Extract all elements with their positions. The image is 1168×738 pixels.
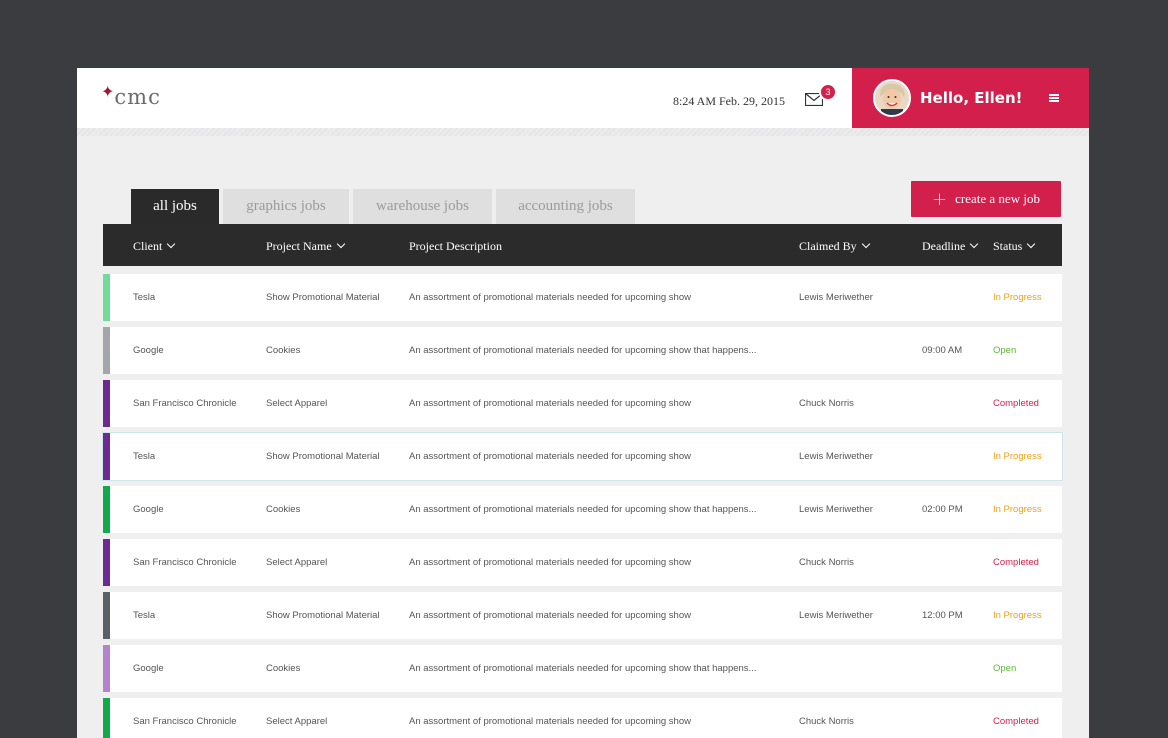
row-color-indicator xyxy=(103,327,110,374)
job-tabs: all jobs graphics jobs warehouse jobs ac… xyxy=(131,189,639,224)
app-window: ✦ cmc 8:24 AM Feb. 29, 2015 3 Hello, Ell… xyxy=(77,68,1089,738)
cell-status: In Progress xyxy=(993,610,1042,621)
cell-status: Completed xyxy=(993,557,1039,568)
cell-claimed-by: Lewis Meriwether xyxy=(799,451,873,462)
cell-status: In Progress xyxy=(993,451,1042,462)
table-row[interactable]: Tesla Show Promotional Material An assortm… xyxy=(103,274,1062,321)
row-color-indicator xyxy=(103,380,110,427)
cell-project-description: An assortment of promotional materials n… xyxy=(409,345,757,356)
top-header: ✦ cmc 8:24 AM Feb. 29, 2015 3 Hello, Ell… xyxy=(77,68,1089,128)
cell-project-name: Select Apparel xyxy=(266,398,328,409)
cell-client: San Francisco Chronicle xyxy=(133,398,237,409)
cell-claimed-by: Chuck Norris xyxy=(799,398,854,409)
cell-client: San Francisco Chronicle xyxy=(133,716,237,727)
row-color-indicator xyxy=(103,486,110,533)
table-row[interactable]: San Francisco Chronicle Select Apparel An … xyxy=(103,539,1062,586)
table-header: Client Project Name Project Description … xyxy=(103,224,1062,266)
notification-badge: 3 xyxy=(819,83,837,101)
cell-claimed-by: Lewis Meriwether xyxy=(799,610,873,621)
header-divider xyxy=(77,128,1089,136)
cell-project-name: Show Promotional Material xyxy=(266,292,380,303)
column-header-claimed-by[interactable]: Claimed By xyxy=(799,239,870,254)
column-header-client[interactable]: Client xyxy=(133,239,176,254)
current-datetime: 8:24 AM Feb. 29, 2015 xyxy=(673,94,786,108)
column-header-description: Project Description xyxy=(409,239,502,253)
table-row[interactable]: Google Cookies An assortment of promotiona… xyxy=(103,327,1062,374)
chevron-down-icon xyxy=(1027,239,1036,249)
cell-project-description: An assortment of promotional materials n… xyxy=(409,663,757,674)
cell-project-name: Select Apparel xyxy=(266,716,328,727)
cell-status: In Progress xyxy=(993,504,1042,515)
table-row[interactable]: San Francisco Chronicle Select Apparel An … xyxy=(103,698,1062,738)
avatar-image xyxy=(875,81,909,115)
tab-accounting-jobs[interactable]: accounting jobs xyxy=(496,189,635,224)
plus-icon: + xyxy=(932,188,948,210)
cell-deadline: 12:00 PM xyxy=(922,610,963,621)
cell-client: Google xyxy=(133,663,164,674)
chevron-down-icon xyxy=(970,239,979,249)
cell-client: Tesla xyxy=(133,292,156,303)
column-header-project[interactable]: Project Name xyxy=(266,239,345,254)
row-color-indicator xyxy=(103,592,110,639)
cell-claimed-by: Chuck Norris xyxy=(799,716,854,727)
cell-claimed-by: Chuck Norris xyxy=(799,557,854,568)
cell-claimed-by: Lewis Meriwether xyxy=(799,504,873,515)
cell-claimed-by: Lewis Meriwether xyxy=(799,292,873,303)
cell-project-description: An assortment of promotional materials n… xyxy=(409,451,691,462)
cell-status: Open xyxy=(993,345,1017,356)
logo[interactable]: ✦ cmc xyxy=(101,82,161,112)
cell-client: Tesla xyxy=(133,610,156,621)
cell-status: In Progress xyxy=(993,292,1042,303)
avatar[interactable] xyxy=(873,79,911,117)
cell-deadline: 02:00 PM xyxy=(922,504,963,515)
table-row[interactable]: San Francisco Chronicle Select Apparel An … xyxy=(103,380,1062,427)
cell-project-name: Cookies xyxy=(266,504,301,515)
row-color-indicator xyxy=(103,433,110,480)
column-header-status[interactable]: Status xyxy=(993,239,1036,254)
chevron-down-icon xyxy=(167,239,176,249)
cell-deadline: 09:00 AM xyxy=(922,345,963,356)
cell-client: Google xyxy=(133,345,164,356)
cell-project-description: An assortment of promotional materials n… xyxy=(409,610,691,621)
logo-text: cmc xyxy=(114,85,161,109)
user-menu[interactable]: Hello, Ellen! xyxy=(852,68,1089,128)
cell-status: Completed xyxy=(993,716,1039,727)
table-row[interactable]: Tesla Show Promotional Material An assortm… xyxy=(102,432,1063,481)
jobs-table-body: Tesla Show Promotional Material An assortm… xyxy=(102,274,1063,738)
cell-project-description: An assortment of promotional materials n… xyxy=(409,716,691,727)
cell-project-description: An assortment of promotional materials n… xyxy=(409,557,691,568)
cell-client: Tesla xyxy=(133,451,156,462)
row-color-indicator xyxy=(103,645,110,692)
row-color-indicator xyxy=(103,698,110,738)
tab-all-jobs[interactable]: all jobs xyxy=(131,189,219,224)
table-row[interactable]: Tesla Show Promotional Material An assortm… xyxy=(103,592,1062,639)
table-row[interactable]: Google Cookies An assortment of promotiona… xyxy=(103,486,1062,533)
column-header-deadline[interactable]: Deadline xyxy=(922,239,979,254)
tab-warehouse-jobs[interactable]: warehouse jobs xyxy=(353,189,492,224)
hamburger-menu-icon[interactable] xyxy=(1049,94,1059,102)
chevron-down-icon xyxy=(336,239,345,249)
logo-star-icon: ✦ xyxy=(101,81,115,101)
create-job-button[interactable]: + create a new job xyxy=(911,181,1061,217)
row-color-indicator xyxy=(103,539,110,586)
cell-project-description: An assortment of promotional materials n… xyxy=(409,398,691,409)
cell-project-name: Select Apparel xyxy=(266,557,328,568)
create-job-label: create a new job xyxy=(955,191,1040,206)
cell-project-name: Show Promotional Material xyxy=(266,610,380,621)
cell-status: Completed xyxy=(993,398,1039,409)
cell-project-description: An assortment of promotional materials n… xyxy=(409,292,691,303)
cell-project-description: An assortment of promotional materials n… xyxy=(409,504,757,515)
table-row[interactable]: Google Cookies An assortment of promotiona… xyxy=(103,645,1062,692)
cell-client: Google xyxy=(133,504,164,515)
row-color-indicator xyxy=(103,274,110,321)
cell-project-name: Show Promotional Material xyxy=(266,451,380,462)
tab-graphics-jobs[interactable]: graphics jobs xyxy=(223,189,349,224)
chevron-down-icon xyxy=(861,239,870,249)
cell-client: San Francisco Chronicle xyxy=(133,557,237,568)
cell-status: Open xyxy=(993,663,1017,674)
cell-project-name: Cookies xyxy=(266,663,301,674)
cell-project-name: Cookies xyxy=(266,345,301,356)
user-greeting: Hello, Ellen! xyxy=(920,89,1023,107)
